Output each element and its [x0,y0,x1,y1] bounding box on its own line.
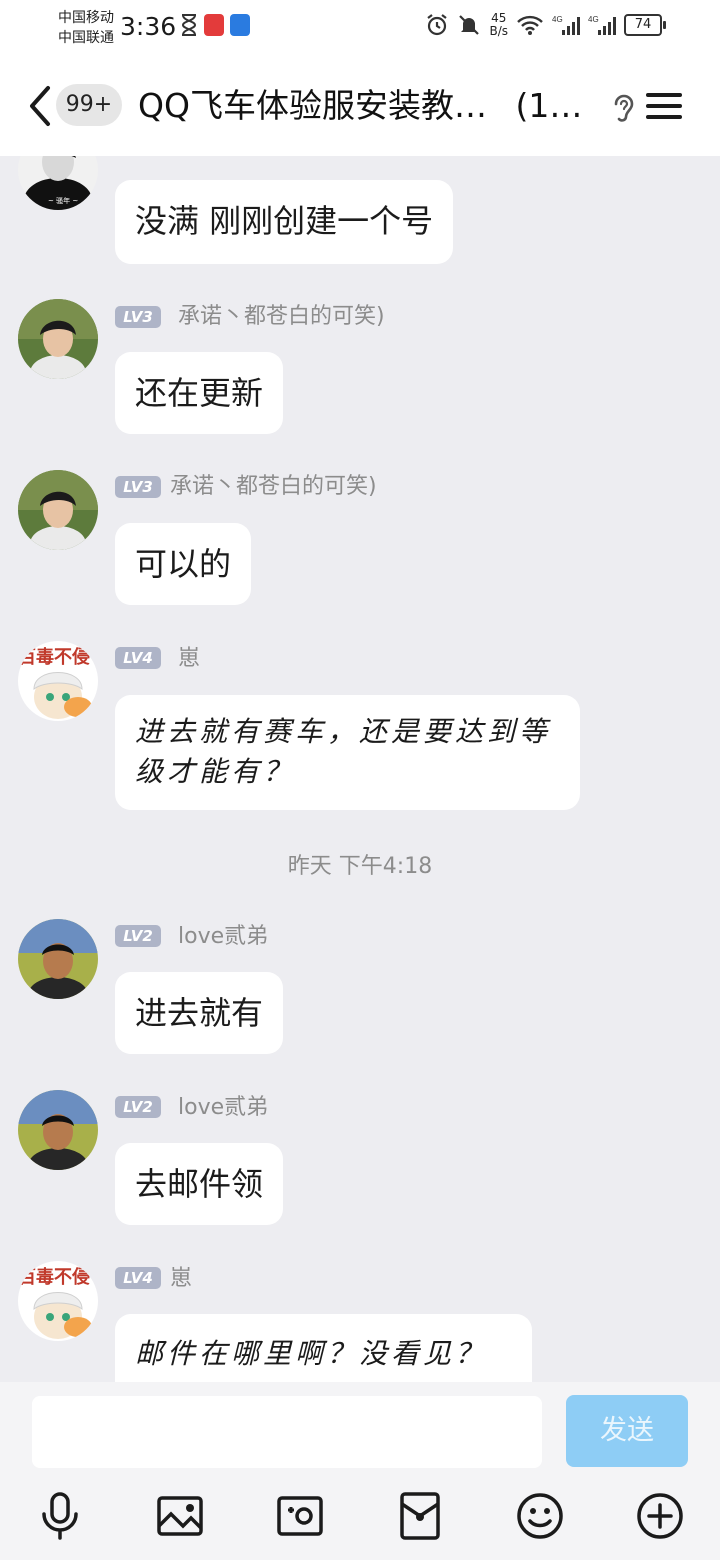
system-icons: 45 B/s 4G 4G 74 [425,11,666,38]
level-badge: LV3 [115,476,161,498]
level-badge: LV2 [115,1096,161,1118]
signal-icon-1: 4G [552,15,580,35]
unread-badge[interactable]: 99+ [56,84,122,126]
back-button[interactable] [24,82,54,130]
level-badge: LV4 [115,1267,161,1289]
sender-name[interactable]: love贰弟 [178,1093,268,1123]
sender-name[interactable]: love贰弟 [178,922,268,952]
input-toolbar [0,1490,720,1550]
microphone-icon[interactable] [34,1490,86,1542]
status-bar: 中国移动 中国联通 3:36 45 B/s 4G 4G 74 [0,0,720,56]
avatar[interactable] [18,470,98,550]
sender-name[interactable]: 崽 [178,644,200,674]
plus-icon[interactable] [634,1490,686,1542]
message-bubble[interactable]: 进去就有赛车，还是要达到等级才能有？ [115,695,580,810]
avatar[interactable]: ~ 骚年 ~ [18,156,98,210]
group-name: QQ飞车体验服安装教… [138,86,487,125]
avatar[interactable] [18,1090,98,1170]
message-bubble[interactable]: 没满 刚刚创建一个号 [115,180,454,264]
message-bubble[interactable]: 去邮件领 [115,1143,284,1225]
alarm-icon [427,14,448,36]
emoji-icon[interactable] [514,1490,566,1542]
svg-text:4G: 4G [588,15,599,24]
svg-text:~ 骚年 ~: ~ 骚年 ~ [48,196,78,205]
carrier-labels: 中国移动 中国联通 [58,8,114,48]
message-input[interactable] [32,1396,542,1468]
sender-name[interactable]: 承诺丶都苍白的可笑) [178,302,385,332]
app-notify-icon-red [204,14,224,36]
sender-name[interactable]: 承诺丶都苍白的可笑) [170,472,377,502]
chevron-left-icon [30,86,50,126]
app-notify-icon-blue [230,14,250,36]
level-badge: LV2 [115,925,161,947]
notification-icons [180,14,250,36]
avatar[interactable]: 百毒不侵 [18,1261,98,1341]
svg-text:百毒不侵: 百毒不侵 [18,1266,90,1288]
message-list[interactable]: ~ 骚年 ~ 没满 刚刚创建一个号 LV3 承诺丶都苍白的可笑) 还在更新 LV… [0,156,720,1382]
network-speed: 45 B/s [489,11,508,38]
member-count: (165) [515,86,600,125]
wifi-icon [517,15,543,35]
chat-header: 99+ QQ飞车体验服安装教… (165) [0,56,720,156]
avatar[interactable] [18,299,98,379]
svg-text:4G: 4G [552,15,563,24]
message-bubble[interactable]: 邮件在哪里啊？没看见？ [115,1314,532,1382]
input-bar: 发送 [0,1382,720,1560]
signal-icon-2: 4G [588,15,616,35]
carrier-2: 中国联通 [58,30,114,46]
group-title[interactable]: QQ飞车体验服安装教… (165) [138,84,600,128]
sender-name[interactable]: 崽 [170,1264,192,1294]
ear-icon[interactable] [606,90,640,126]
mute-bell-icon [459,15,480,35]
message-bubble[interactable]: 可以的 [115,523,252,605]
svg-text:百毒不侵: 百毒不侵 [18,646,90,668]
send-button[interactable]: 发送 [566,1395,688,1467]
message-bubble[interactable]: 进去就有 [115,972,284,1054]
time-separator: 昨天 下午4:18 [287,854,433,879]
battery-indicator: 74 [624,14,666,36]
carrier-1: 中国移动 [58,10,114,26]
hourglass-icon [181,14,197,36]
message-bubble[interactable]: 还在更新 [115,352,284,434]
level-badge: LV4 [115,647,161,669]
clock: 3:36 [120,12,177,41]
avatar[interactable] [18,919,98,999]
menu-icon[interactable] [646,90,682,122]
avatar[interactable]: 百毒不侵 [18,641,98,721]
camera-icon[interactable] [274,1490,326,1542]
image-icon[interactable] [154,1490,206,1542]
level-badge: LV3 [115,306,161,328]
red-packet-icon[interactable] [394,1490,446,1542]
